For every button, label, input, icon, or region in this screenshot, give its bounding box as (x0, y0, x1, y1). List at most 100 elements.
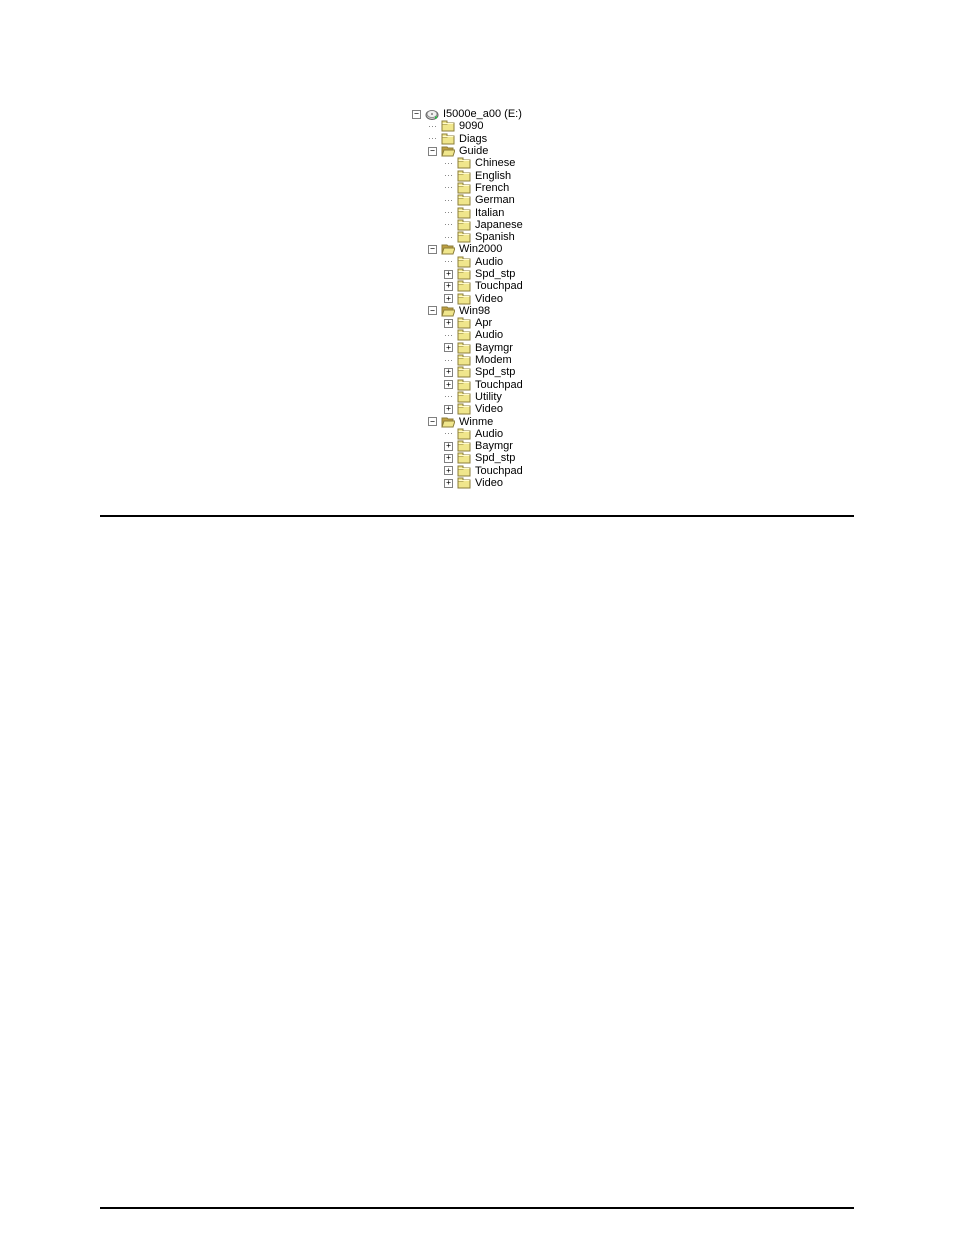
tree-row[interactable]: +Video (444, 292, 752, 304)
collapse-icon[interactable]: − (428, 245, 437, 254)
tree-node: +Baymgr (444, 440, 752, 452)
expand-icon[interactable]: + (444, 294, 453, 303)
tree-row[interactable]: ⋯English (444, 169, 752, 181)
tree-row[interactable]: + Touchpad (444, 379, 752, 391)
tree-row[interactable]: ⋯Italian (444, 206, 752, 218)
collapse-icon[interactable]: − (412, 110, 421, 119)
tree-label: Touchpad (474, 379, 523, 391)
expand-icon[interactable]: + (444, 368, 453, 377)
expand-icon[interactable]: + (444, 282, 453, 291)
expand-icon[interactable]: + (444, 380, 453, 389)
tree-node: ⋯Modem (444, 354, 752, 366)
tree-node: ⋯Spanish (444, 231, 752, 243)
tree-row[interactable]: +Touchpad (444, 280, 752, 292)
tree-node: −Win98+Apr⋯Audio+Baymgr⋯Modem+Spd_stp+To… (428, 305, 752, 416)
tree-row[interactable]: ⋯Spanish (444, 231, 752, 243)
folder-icon (456, 293, 471, 305)
expand-icon[interactable]: + (444, 270, 453, 279)
tree-label: Spd_stp (474, 268, 515, 280)
tree-row[interactable]: + Video (444, 403, 752, 415)
tree-node: ⋯Italian (444, 206, 752, 218)
folder-open-icon (440, 243, 455, 255)
tree-connector: ⋯ (444, 183, 453, 192)
expand-icon[interactable]: + (444, 319, 453, 328)
tree-connector: ⋯ (444, 392, 453, 401)
folder-icon (456, 182, 471, 194)
tree-node: −I5000e_a00 (E:)⋯9090⋯Diags−Guide⋯Chines… (412, 108, 752, 489)
drive-icon (424, 108, 439, 120)
tree-label: Win98 (458, 305, 490, 317)
folder-open-icon (440, 305, 455, 317)
folder-icon (440, 120, 455, 132)
tree-row[interactable]: ⋯Audio (444, 256, 752, 268)
tree-row[interactable]: ⋯French (444, 182, 752, 194)
folder-icon (456, 465, 471, 477)
tree-row[interactable]: ⋯Chinese (444, 157, 752, 169)
folder-icon (456, 317, 471, 329)
folder-icon (456, 391, 471, 403)
tree-row[interactable]: − Win2000 (428, 243, 752, 255)
folder-icon (456, 329, 471, 341)
tree-label: Diags (458, 133, 487, 145)
folder-icon (456, 157, 471, 169)
expand-icon[interactable]: + (444, 405, 453, 414)
tree-connector: ⋯ (444, 257, 453, 266)
page: −I5000e_a00 (E:)⋯9090⋯Diags−Guide⋯Chines… (0, 0, 954, 1209)
expand-icon[interactable]: + (444, 479, 453, 488)
tree-row[interactable]: +Baymgr (444, 440, 752, 452)
tree-row[interactable]: + Video (444, 477, 752, 489)
tree-node: ⋯Audio (444, 428, 752, 440)
tree-label: Video (474, 403, 503, 415)
expand-icon[interactable]: + (444, 343, 453, 352)
tree-row[interactable]: ⋯Diags (428, 133, 752, 145)
tree-row[interactable]: − Guide (428, 145, 752, 157)
tree-row[interactable]: ⋯Utility (444, 391, 752, 403)
tree-node: ⋯Utility (444, 391, 752, 403)
tree-row[interactable]: −I5000e_a00 (E:) (412, 108, 752, 120)
collapse-icon[interactable]: − (428, 306, 437, 315)
folder-icon (456, 280, 471, 292)
tree-node: ⋯German (444, 194, 752, 206)
tree-label: German (474, 194, 515, 206)
tree-row[interactable]: +Apr (444, 317, 752, 329)
tree-connector: ⋯ (444, 233, 453, 242)
tree-row[interactable]: − Winme (428, 415, 752, 427)
folder-icon (456, 403, 471, 415)
collapse-icon[interactable]: − (428, 417, 437, 426)
tree-node: −Guide⋯Chinese⋯English⋯French⋯German⋯Ita… (428, 145, 752, 243)
folder-icon (456, 268, 471, 280)
tree-node: ⋯Audio (444, 256, 752, 268)
folder-icon (456, 170, 471, 182)
tree-row[interactable]: + Touchpad (444, 465, 752, 477)
tree-row[interactable]: ⋯Modem (444, 354, 752, 366)
tree-row[interactable]: + Spd_stp (444, 268, 752, 280)
tree-row[interactable]: ⋯9090 (428, 120, 752, 132)
tree-node: +Touchpad (444, 280, 752, 292)
collapse-icon[interactable]: − (428, 147, 437, 156)
tree-row[interactable]: ⋯Audio (444, 428, 752, 440)
tree-label: Japanese (474, 219, 523, 231)
folder-icon (456, 256, 471, 268)
tree-node: + Spd_stp (444, 452, 752, 464)
tree-label: Audio (474, 329, 503, 341)
tree-row[interactable]: ⋯Audio (444, 329, 752, 341)
tree-label: Touchpad (474, 465, 523, 477)
tree-label: Win2000 (458, 243, 502, 255)
tree-node: − Win2000⋯Audio + Spd_stp+Touchpad+Video (428, 243, 752, 304)
tree-label: Guide (458, 145, 488, 157)
tree-label: Spd_stp (474, 452, 515, 464)
folder-icon (456, 452, 471, 464)
expand-icon[interactable]: + (444, 454, 453, 463)
tree-label: Audio (474, 428, 503, 440)
tree-row[interactable]: ⋯German (444, 194, 752, 206)
expand-icon[interactable]: + (444, 442, 453, 451)
tree-row[interactable]: +Spd_stp (444, 366, 752, 378)
tree-label: Video (474, 477, 503, 489)
tree-row[interactable]: − Win98 (428, 305, 752, 317)
tree-row[interactable]: + Spd_stp (444, 452, 752, 464)
expand-icon[interactable]: + (444, 466, 453, 475)
tree-label: Winme (458, 416, 493, 428)
folder-icon (456, 194, 471, 206)
tree-row[interactable]: +Baymgr (444, 342, 752, 354)
tree-row[interactable]: ⋯Japanese (444, 219, 752, 231)
